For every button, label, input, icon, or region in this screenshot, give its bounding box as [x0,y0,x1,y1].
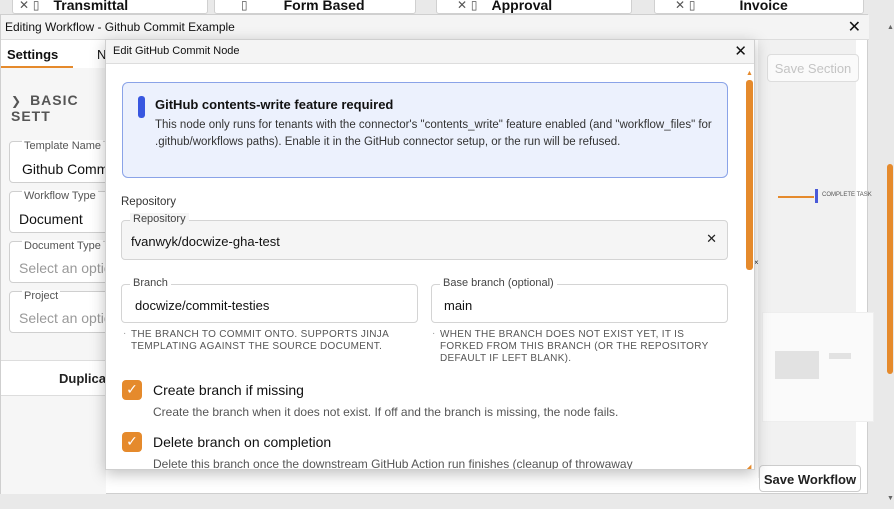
base-branch-helper-text: WHEN THE BRANCH DOES NOT EXIST YET, IT I… [432,328,730,365]
checkbox-description: Create the branch when it does not exist… [153,405,619,419]
checkbox-description: Delete this branch once the downstream G… [153,457,633,470]
background-template-cards: ✕ ▯ Transmittal ▯ Form Based ✕ ▯ Approva… [0,0,894,14]
canvas-connector [778,196,814,198]
info-icon [138,96,145,118]
clear-icon[interactable]: ✕ [706,231,717,247]
template-card-form-based[interactable]: ▯ Form Based [214,0,416,14]
checkbox-label: Create branch if missing [153,382,304,398]
project-select[interactable]: Project Select an optio [9,290,119,333]
delete-branch-checkbox[interactable]: ✓ [122,432,142,452]
field-label: Document Type [22,240,103,252]
window-title-bar: Editing Workflow - Github Commit Example… [1,15,869,40]
template-card-invoice[interactable]: ✕ ▯ Invoice [654,0,864,14]
pin-icon: ✕ ▯ [457,0,478,12]
field-value: docwize/commit-testies [135,298,270,313]
minimap-node [775,351,819,379]
field-label: Base branch (optional) [440,277,557,289]
repository-section-title: Repository [121,196,176,208]
modal-title: Edit GitHub Commit Node [113,45,240,57]
basic-settings-header[interactable]: ❯ BASIC SETT [11,92,106,124]
save-workflow-button[interactable]: Save Workflow [759,465,861,492]
close-icon[interactable]: ✕ [848,17,861,37]
create-branch-checkbox[interactable]: ✓ [122,380,142,400]
branch-helper-text: THE BRANCH TO COMMIT ONTO. SUPPORTS JINJ… [123,328,421,353]
field-label: Project [22,290,61,302]
canvas-node-tag[interactable]: COMPLETE TASK [815,189,872,203]
tab-settings[interactable]: Settings [1,40,73,68]
workflow-type-select[interactable]: Workflow Type Document [9,190,119,233]
repository-select[interactable]: Repository fvanwyk/docwize-gha-test ✕ [121,213,728,260]
window-title: Editing Workflow - Github Commit Example [5,20,235,34]
settings-panel: ❯ BASIC SETT Template Name Github Commi W… [1,68,119,494]
edit-github-commit-modal: Edit GitHub Commit Node ✕ GitHub content… [105,39,755,470]
resize-handle-icon[interactable]: ◢ [746,463,751,469]
window-tabs: Settings N [1,40,106,68]
checkbox-label: Delete branch on completion [153,434,332,450]
pin-icon: ▯ [241,0,248,12]
alert-body: This node only runs for tenants with the… [155,119,712,148]
template-card-label: Approval [491,0,553,13]
modal-title-bar: Edit GitHub Commit Node ✕ [106,40,754,64]
template-card-label: Transmittal [53,0,129,13]
scroll-up-icon[interactable]: ▲ [746,70,753,77]
pin-icon: ✕ ▯ [19,0,40,12]
duplicate-button[interactable]: Duplicat [1,360,117,396]
field-label: Repository [130,213,189,225]
page-scrollbar[interactable]: ▲ ▼ [886,24,894,502]
save-section-button[interactable]: Save Section [767,54,859,82]
scroll-up-icon[interactable]: ▲ [887,24,894,31]
field-value: fvanwyk/docwize-gha-test [131,234,280,249]
template-card-approval[interactable]: ✕ ▯ Approval [436,0,632,14]
template-card-label: Form Based [283,0,365,13]
field-value: Document [19,211,83,227]
template-card-transmittal[interactable]: ✕ ▯ Transmittal [12,0,208,14]
template-card-label: Invoice [739,0,788,13]
chevron-down-icon: ❯ [11,94,23,108]
scrollbar-thumb[interactable] [887,164,893,374]
feature-required-alert: GitHub contents-write feature required T… [122,82,728,178]
modal-body: GitHub contents-write feature required T… [106,64,754,470]
canvas-minimap [762,312,874,422]
field-placeholder: Select an optio [19,260,112,276]
pin-icon: ✕ ▯ [675,0,696,12]
scrollbar-thumb[interactable] [746,80,753,270]
field-label: Branch [130,277,171,289]
document-type-select[interactable]: Document Type Select an optio [9,240,119,283]
template-name-field[interactable]: Template Name Github Commi [9,140,119,183]
field-value: Github Commi [22,161,112,177]
branch-input[interactable]: Branch docwize/commit-testies [121,277,418,323]
field-label: Template Name [22,140,104,152]
alert-heading: GitHub contents-write feature required [155,97,394,112]
base-branch-input[interactable]: Base branch (optional) main [431,277,728,323]
close-icon[interactable]: ✕ [734,42,747,60]
field-placeholder: Select an optio [19,310,112,326]
modal-scrollbar[interactable]: ▲ ◢ [746,70,754,469]
scroll-down-icon[interactable]: ▼ [887,495,894,502]
field-label: Workflow Type [22,190,98,202]
minimap-node [829,353,851,359]
field-value: main [444,298,473,313]
